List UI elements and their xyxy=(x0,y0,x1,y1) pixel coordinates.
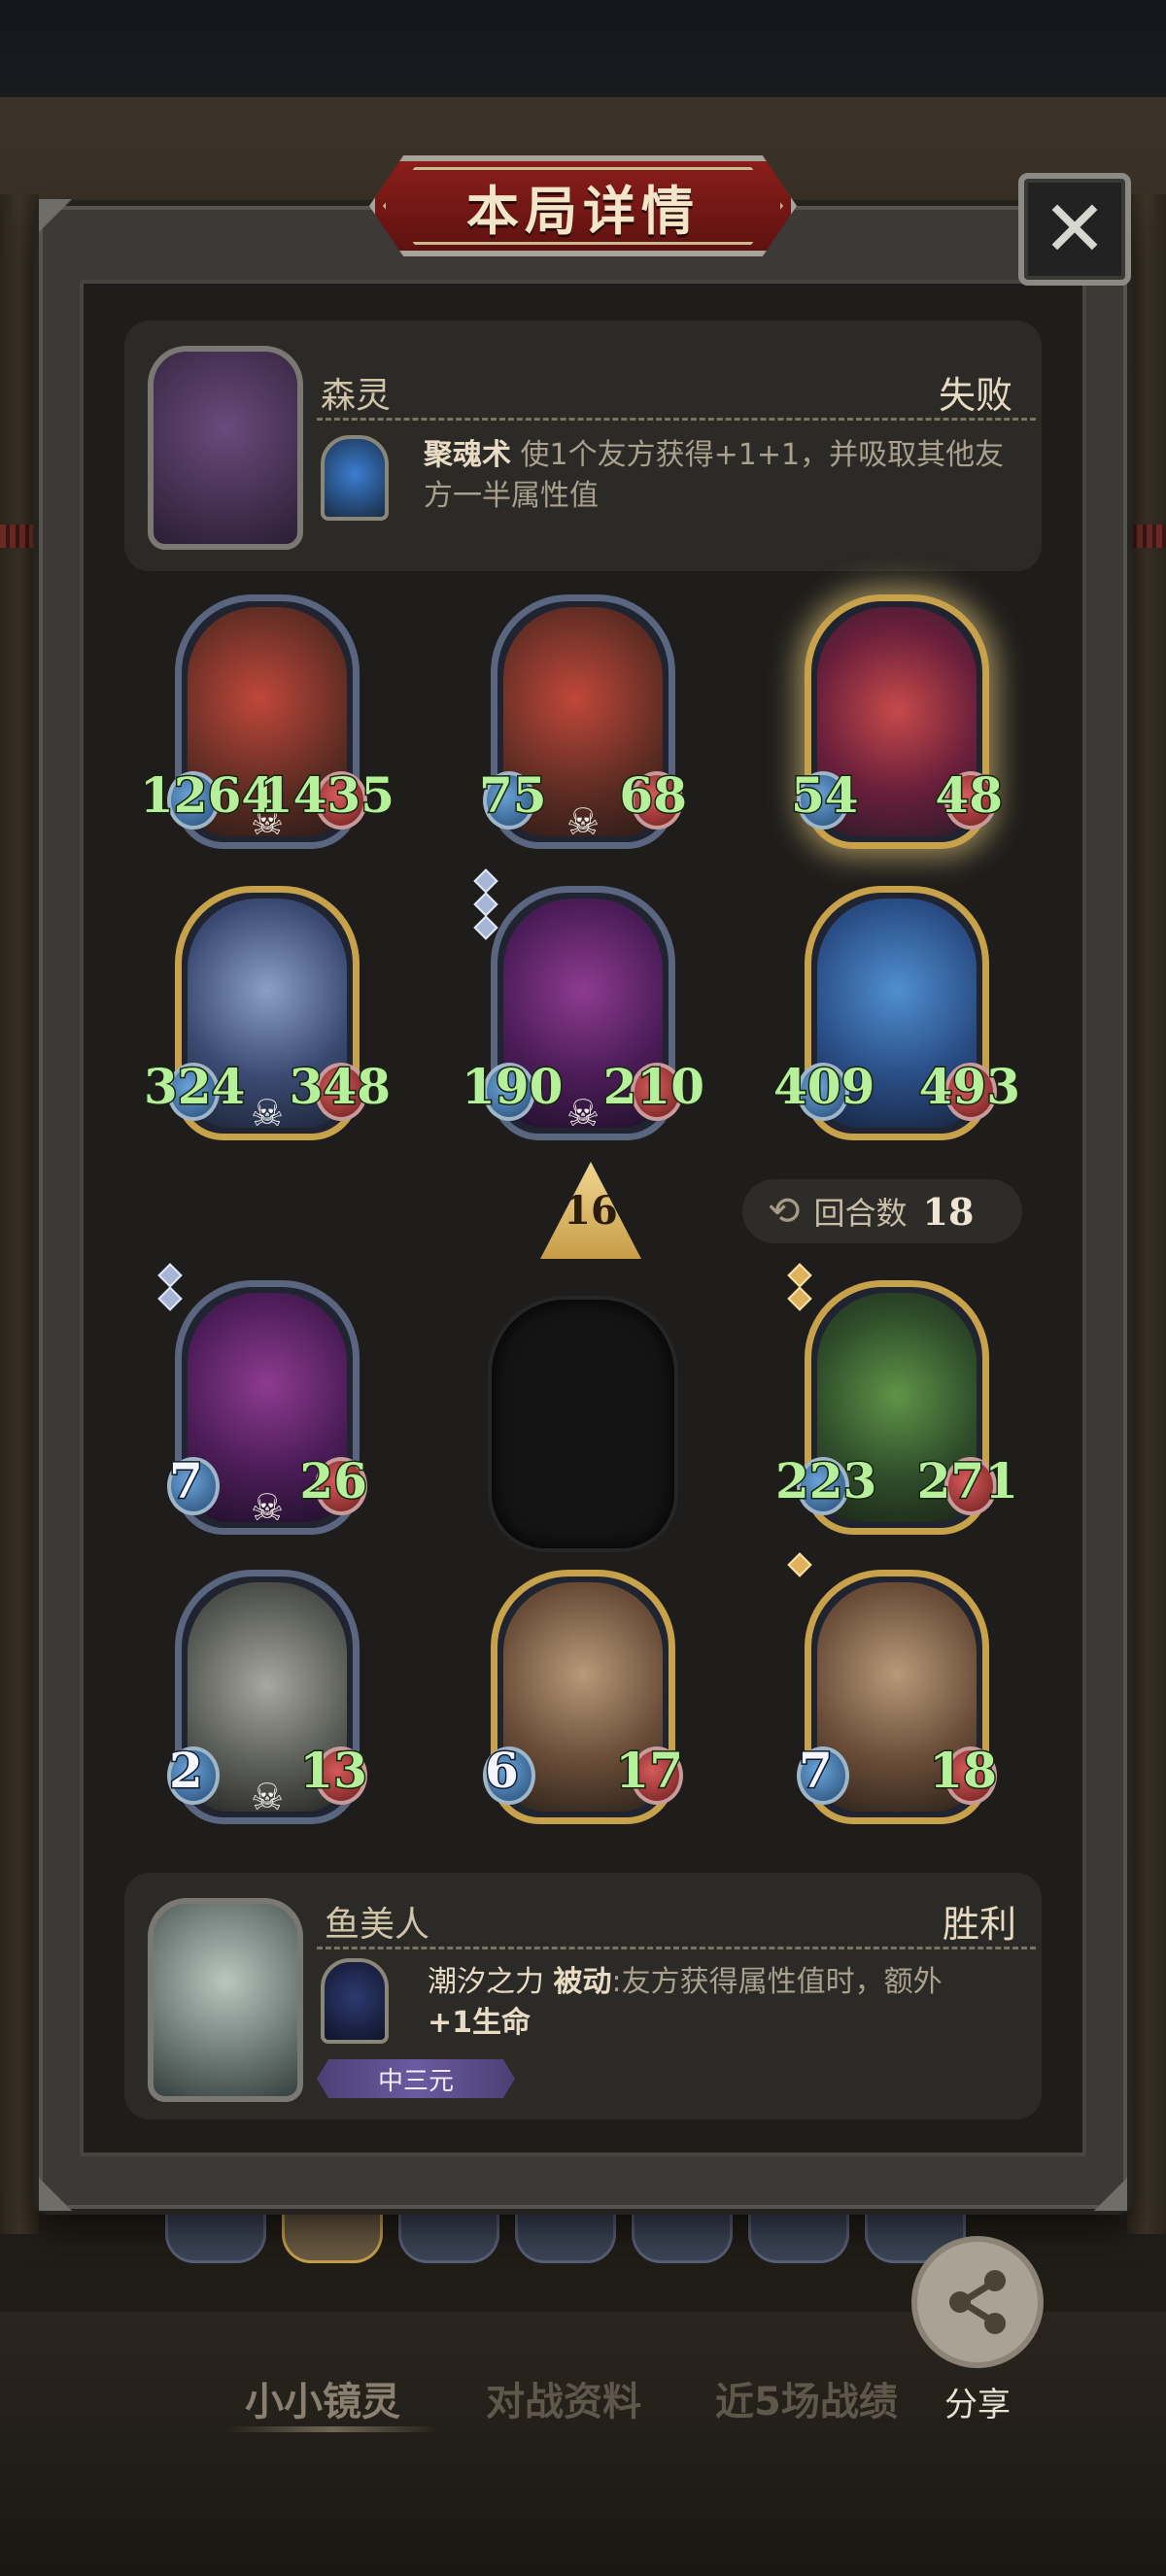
player-skill-icon[interactable] xyxy=(321,1958,389,2044)
tier-diamonds xyxy=(787,1552,812,1577)
opponent-minion-card[interactable]: ☠ 75 68 xyxy=(478,594,688,849)
attack-value: 2 xyxy=(168,1742,205,1799)
attack-value: 223 xyxy=(773,1452,877,1509)
background-right-post xyxy=(1127,194,1166,2234)
tier-diamond-icon xyxy=(157,1286,183,1311)
share-label: 分享 xyxy=(944,2386,1011,2424)
tier-diamond-icon xyxy=(157,1263,183,1288)
empty-minion-slot xyxy=(488,1296,678,1552)
tier-diamonds xyxy=(787,1263,812,1311)
player-minion-card[interactable]: 7 18 xyxy=(787,1552,998,1824)
background-card-strip xyxy=(165,2209,1001,2267)
tier-diamonds xyxy=(473,868,498,940)
active-tab-underline xyxy=(225,2426,439,2432)
player-minion-card[interactable]: 6 17 xyxy=(483,1570,684,1824)
attack-value: 7 xyxy=(798,1742,835,1799)
player-skill-text: 潮汐之力 被动:友方获得属性值时，额外 +1生命 xyxy=(428,1962,943,2044)
health-value: 48 xyxy=(934,766,1005,824)
player-minion-card[interactable]: 223 271 xyxy=(773,1263,1020,1535)
skull-icon: ☠ xyxy=(250,1486,285,1529)
skull-icon: ☠ xyxy=(566,1092,600,1135)
health-value: 493 xyxy=(917,1058,1021,1115)
background-rope xyxy=(1127,525,1166,548)
player-skill-type: 被动 xyxy=(553,1965,612,1999)
opponent-name: 森灵 xyxy=(321,376,392,416)
refresh-icon: ⟲ xyxy=(768,1189,801,1234)
player-skill-desc: :友方获得属性值时，额外 xyxy=(611,1965,943,1999)
opponent-skill-icon[interactable] xyxy=(321,435,389,521)
tier-diamond-icon xyxy=(787,1263,812,1288)
player-minion-card[interactable]: ☠ 2 13 xyxy=(167,1570,368,1824)
opponent-avatar[interactable] xyxy=(148,346,303,550)
share-button[interactable] xyxy=(911,2236,1044,2368)
health-value: 210 xyxy=(601,1058,705,1115)
player-skill-name: 潮汐之力 xyxy=(428,1965,544,1999)
rank-badge: 中三元 xyxy=(317,2059,515,2098)
background-card-thumb xyxy=(748,2209,849,2263)
health-value: 18 xyxy=(928,1742,999,1799)
opponent-skill-desc: 使1个友方获得+1+1，并吸取其他友 xyxy=(520,438,1005,472)
skull-icon: ☠ xyxy=(250,1776,285,1818)
background-rope xyxy=(0,525,39,548)
opponent-minion-card[interactable]: ☠ 324 348 xyxy=(142,886,393,1140)
opponent-minion-card[interactable]: ☠ 190 210 xyxy=(460,868,706,1140)
background-card-thumb xyxy=(632,2209,733,2263)
background-card-thumb xyxy=(282,2209,383,2263)
background-card-thumb xyxy=(165,2209,266,2263)
health-value: 26 xyxy=(298,1452,369,1509)
opponent-skill-name: 聚魂术 xyxy=(424,438,511,472)
skull-icon: ☠ xyxy=(250,1092,285,1135)
attack-value: 54 xyxy=(790,766,861,824)
opponent-skill-text: 聚魂术 使1个友方获得+1+1，并吸取其他友 方一半属性值 xyxy=(424,435,1004,517)
skull-icon: ☠ xyxy=(566,800,600,843)
rounds-pill: ⟲ 回合数 18 xyxy=(742,1179,1022,1243)
background-left-post xyxy=(0,194,39,2234)
opponent-minion-card[interactable]: ☠ 1264 1435 xyxy=(138,594,396,849)
player-minion-card[interactable]: ☠ 7 26 xyxy=(157,1263,368,1535)
rounds-value: 18 xyxy=(922,1189,975,1234)
rounds-label: 回合数 xyxy=(813,1195,908,1232)
health-value: 271 xyxy=(915,1452,1019,1509)
health-value: 13 xyxy=(298,1742,369,1799)
background-card-thumb xyxy=(515,2209,616,2263)
health-value: 1435 xyxy=(257,766,395,824)
tab-mirror-spirit[interactable]: 小小镜灵 xyxy=(245,2370,400,2426)
share-icon xyxy=(949,2270,1006,2334)
opponent-divider xyxy=(317,418,1036,421)
tier-diamonds xyxy=(157,1263,183,1311)
background-card-thumb xyxy=(398,2209,499,2263)
health-value: 348 xyxy=(288,1058,392,1115)
player-divider xyxy=(317,1947,1036,1949)
health-value: 68 xyxy=(618,766,689,824)
player-name: 鱼美人 xyxy=(325,1905,430,1945)
opponent-result: 失败 xyxy=(939,374,1013,417)
tab-battle-data[interactable]: 对战资料 xyxy=(486,2370,641,2426)
tier-diamond-icon xyxy=(473,868,498,894)
opponent-minion-card[interactable]: 54 48 xyxy=(790,594,1004,849)
tab-recent-records[interactable]: 近5场战绩 xyxy=(715,2370,898,2426)
tier-diamond-icon xyxy=(787,1552,812,1577)
attack-value: 6 xyxy=(484,1742,521,1799)
attack-value: 190 xyxy=(460,1058,564,1115)
attack-value: 75 xyxy=(478,766,549,824)
attack-value: 324 xyxy=(142,1058,246,1115)
attack-value: 409 xyxy=(772,1058,875,1115)
player-avatar[interactable] xyxy=(148,1898,303,2102)
attack-value: 7 xyxy=(168,1452,205,1509)
title-banner-trim xyxy=(383,167,783,245)
player-skill-desc: +1生命 xyxy=(428,2006,532,2040)
player-result: 胜利 xyxy=(943,1903,1017,1946)
health-value: 17 xyxy=(614,1742,685,1799)
close-button[interactable]: ✕ xyxy=(1018,173,1131,286)
opponent-skill-desc: 方一半属性值 xyxy=(424,479,599,513)
attack-value: 1264 xyxy=(138,766,276,824)
tier-diamond-icon xyxy=(473,892,498,917)
opponent-minion-card[interactable]: 409 493 xyxy=(772,886,1022,1140)
close-icon: ✕ xyxy=(1042,184,1108,274)
tier-diamond-icon xyxy=(787,1286,812,1311)
